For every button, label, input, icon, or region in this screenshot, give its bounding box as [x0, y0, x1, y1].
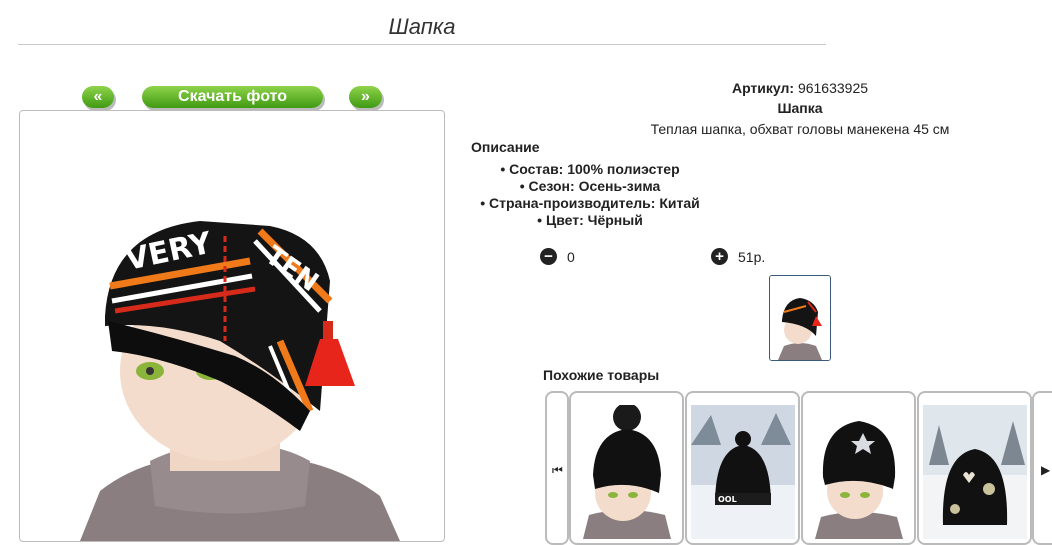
- description-item: • Сезон: Осень-зима: [519, 178, 661, 194]
- article-label: Артикул:: [731, 80, 795, 96]
- plus-icon[interactable]: +: [711, 248, 728, 265]
- carousel-next-button[interactable]: ▶: [1032, 391, 1052, 545]
- product-short-description: Теплая шапка, обхват головы манекена 45 …: [650, 121, 950, 137]
- svg-text:OOL: OOL: [718, 495, 737, 504]
- page-title: Шапка: [388, 14, 456, 39]
- description-item: • Цвет: Чёрный: [537, 212, 643, 228]
- price-value: 51р.: [738, 248, 766, 265]
- black-hat-hearts-image: [923, 405, 1027, 539]
- similar-product-card[interactable]: [569, 391, 684, 545]
- main-product-photo[interactable]: VERY TEN: [19, 110, 445, 542]
- skip-forward-icon: ▶: [1041, 463, 1051, 477]
- similar-products-heading: Похожие товары: [543, 367, 660, 383]
- black-hat-snow-image: OOL: [691, 405, 795, 539]
- product-name: Шапка: [777, 100, 823, 116]
- thumbnail-image: [770, 276, 830, 360]
- description-item: • Состав: 100% полиэстер: [500, 161, 680, 177]
- carousel-prev-button[interactable]: ⏮: [545, 391, 569, 545]
- description-heading: Описание: [471, 139, 540, 155]
- description-list: • Состав: 100% полиэстер • Сезон: Осень-…: [470, 161, 710, 229]
- title-divider: [18, 44, 826, 45]
- black-pompom-hat-image: [575, 405, 679, 539]
- download-photo-button[interactable]: Скачать фото: [142, 86, 323, 108]
- quantity-value: 0: [567, 248, 575, 265]
- prev-photo-button[interactable]: «: [82, 86, 114, 108]
- hat-mannequin-image: VERY TEN: [80, 221, 400, 541]
- description-item: • Страна-производитель: Китай: [480, 195, 700, 211]
- skip-back-icon: ⏮: [552, 463, 563, 477]
- photo-thumbnail[interactable]: [769, 275, 831, 361]
- article-line: Артикул: 961633925: [590, 80, 1010, 96]
- black-hat-star-image: [807, 405, 911, 539]
- similar-product-card[interactable]: [801, 391, 916, 545]
- article-value: 961633925: [797, 80, 869, 96]
- quantity-decrease: − 0: [540, 248, 575, 265]
- next-photo-button[interactable]: »: [349, 86, 382, 108]
- minus-icon[interactable]: −: [540, 248, 557, 265]
- similar-product-card[interactable]: [917, 391, 1032, 545]
- similar-product-card[interactable]: OOL: [685, 391, 800, 545]
- quantity-increase: + 51р.: [711, 248, 765, 265]
